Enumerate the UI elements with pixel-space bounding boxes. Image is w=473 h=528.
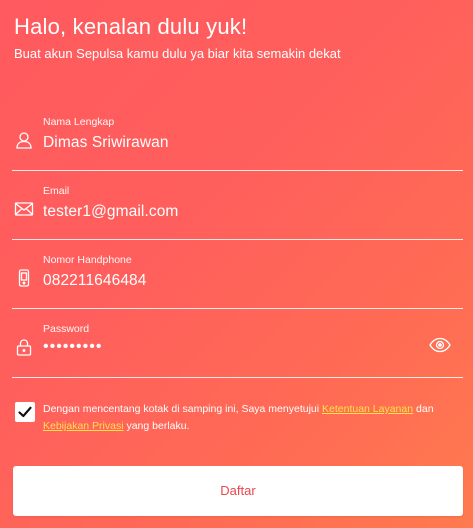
terms-text-before: Dengan mencentang kotak di samping ini, …: [43, 403, 322, 415]
phone-field[interactable]: Nomor Handphone 082211646484: [12, 254, 463, 309]
user-icon: [14, 130, 34, 150]
terms-text: Dengan mencentang kotak di samping ini, …: [43, 401, 463, 435]
phone-icon: [14, 268, 34, 288]
check-icon: [18, 406, 32, 418]
terms-of-service-link[interactable]: Ketentuan Layanan: [322, 403, 413, 415]
name-label: Nama Lengkap: [43, 116, 115, 128]
password-input[interactable]: •••••••••: [43, 338, 102, 356]
name-field[interactable]: Nama Lengkap Dimas Sriwirawan: [12, 116, 463, 171]
privacy-policy-link[interactable]: Kebijakan Privasi: [43, 420, 124, 432]
lock-icon: [14, 337, 34, 357]
email-field[interactable]: Email tester1@gmail.com: [12, 185, 463, 240]
phone-input[interactable]: 082211646484: [43, 272, 147, 290]
eye-icon[interactable]: [429, 337, 451, 353]
terms-text-after: yang berlaku.: [123, 420, 190, 432]
phone-label: Nomor Handphone: [43, 254, 132, 266]
name-input[interactable]: Dimas Sriwirawan: [43, 134, 169, 152]
envelope-icon: [14, 199, 34, 219]
page-title: Halo, kenalan dulu yuk!: [14, 14, 248, 39]
register-screen: Halo, kenalan dulu yuk! Buat akun Sepuls…: [0, 0, 473, 528]
password-field[interactable]: Password •••••••••: [12, 323, 463, 378]
password-label: Password: [43, 323, 90, 335]
register-button[interactable]: Daftar: [13, 466, 463, 516]
terms-checkbox[interactable]: [15, 402, 35, 422]
email-label: Email: [43, 185, 70, 197]
terms-text-middle: dan: [413, 403, 434, 415]
email-input[interactable]: tester1@gmail.com: [43, 203, 178, 221]
page-subtitle: Buat akun Sepulsa kamu dulu ya biar kita…: [14, 46, 341, 61]
